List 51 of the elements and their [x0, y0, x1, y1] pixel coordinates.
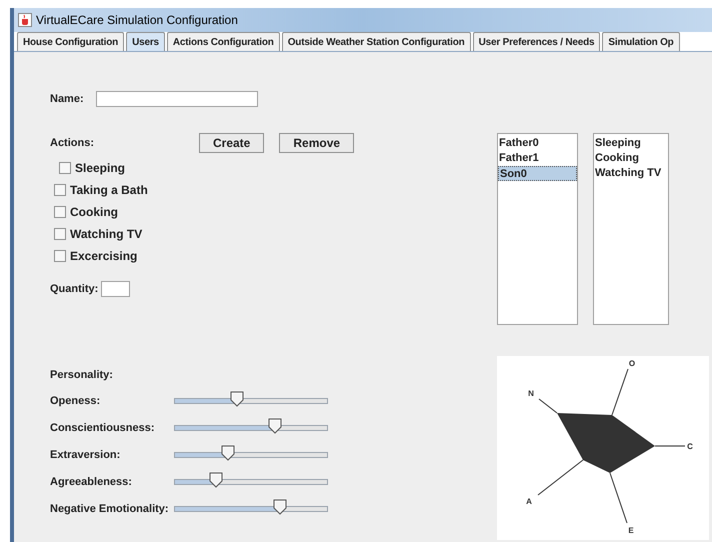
quantity-field[interactable] — [101, 281, 130, 297]
checkbox-label: Sleeping — [75, 160, 126, 177]
action-button[interactable]: Remove — [279, 133, 354, 153]
checkbox-label: Excercising — [70, 248, 138, 265]
tab[interactable]: Outside Weather Station Configuration — [282, 32, 471, 51]
leader-line — [610, 472, 628, 524]
axis-label: A — [526, 497, 532, 506]
axis-label: C — [687, 442, 693, 451]
trait-label: Agreeableness: — [50, 474, 133, 490]
trait-label: Conscientiousness: — [50, 420, 156, 436]
checkbox-label: Cooking — [70, 204, 118, 221]
checkbox-label: Taking a Bath — [70, 182, 148, 199]
list-item[interactable]: Sleeping — [595, 136, 668, 151]
window-title: VirtualECare Simulation Configuration — [36, 12, 238, 29]
checkbox[interactable] — [54, 184, 66, 196]
axis-label: O — [628, 359, 636, 368]
name-label: Name: — [50, 92, 85, 107]
leader-line — [612, 368, 628, 416]
tab[interactable]: User Preferences / Needs — [472, 32, 600, 51]
list-item[interactable]: Cooking — [595, 151, 668, 166]
trait-label: Openess: — [50, 394, 102, 409]
coffee-cup-icon — [18, 13, 32, 27]
list-item[interactable]: Father0 — [498, 136, 577, 151]
name-field[interactable] — [96, 91, 258, 107]
checkbox[interactable] — [54, 250, 66, 262]
action-button[interactable]: Create — [199, 133, 264, 153]
list-item[interactable]: Watching TV — [595, 166, 668, 181]
personality-label: Personality: — [50, 368, 114, 383]
tab[interactable]: House Configuration — [17, 32, 124, 51]
checkbox-label: Watching TV — [70, 226, 142, 243]
slider-thumb[interactable] — [221, 445, 236, 461]
leader-line — [538, 398, 558, 414]
tab[interactable]: Actions Configuration — [166, 32, 280, 51]
quantity-label: Quantity: — [50, 282, 100, 297]
slider-thumb[interactable] — [209, 472, 224, 488]
tab[interactable]: Users — [126, 32, 165, 51]
checkbox[interactable] — [59, 162, 71, 174]
slider-thumb[interactable] — [272, 499, 287, 515]
list-item[interactable]: Son0 — [498, 166, 577, 181]
axis-label: N — [528, 389, 534, 398]
trait-label: Extraversion: — [50, 448, 122, 463]
list-item[interactable]: Father1 — [498, 151, 577, 166]
tab[interactable]: Simulation Op — [602, 32, 680, 51]
leader-line — [538, 460, 584, 496]
checkbox[interactable] — [54, 206, 66, 218]
slider-thumb[interactable] — [268, 418, 282, 434]
axis-label: E — [628, 526, 634, 535]
slider-thumb[interactable] — [230, 391, 244, 407]
trait-label: Negative Emotionality: — [50, 502, 170, 517]
checkbox[interactable] — [54, 228, 66, 240]
actions-label: Actions: — [50, 136, 95, 151]
